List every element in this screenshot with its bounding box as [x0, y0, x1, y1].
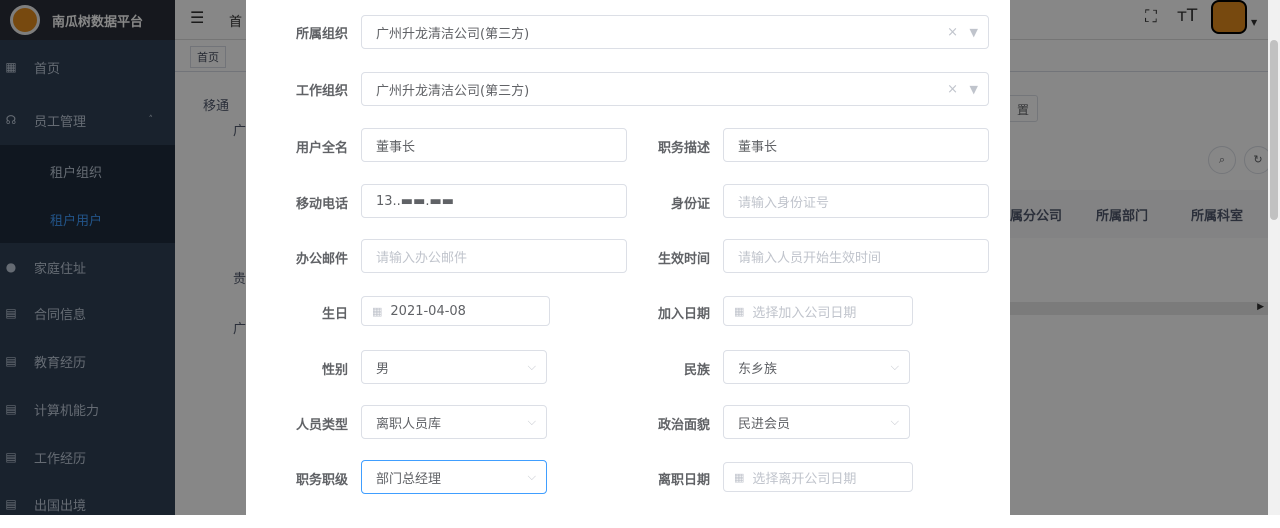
- chevron-down-icon: ⌵: [527, 360, 536, 373]
- value: 民进会员: [738, 416, 791, 432]
- leave-date-label: 离职日期: [657, 473, 710, 488]
- job-desc-label: 职务描述: [657, 141, 710, 156]
- work-org-label: 工作组织: [295, 84, 348, 99]
- value: 广州升龙清洁公司(第三方): [376, 83, 530, 99]
- value: 2021-04-08: [390, 303, 466, 319]
- ethnicity-select[interactable]: 东乡族 ⌵: [723, 350, 910, 384]
- caret-down-icon: ▼: [969, 82, 978, 96]
- placeholder: 请输入办公邮件: [376, 250, 468, 266]
- value: 广州升龙清洁公司(第三方): [376, 26, 530, 42]
- email-input[interactable]: 请输入办公邮件: [361, 239, 627, 273]
- placeholder: 请输入人员开始生效时间: [738, 250, 882, 266]
- org-label: 所属组织: [295, 27, 348, 42]
- value: 离职人员库: [376, 416, 442, 432]
- email-label: 办公邮件: [295, 252, 348, 267]
- calendar-icon: ▦: [734, 304, 745, 318]
- birthday-picker[interactable]: ▦ 2021-04-08: [361, 296, 550, 326]
- value: 部门总经理: [376, 471, 442, 487]
- chevron-down-icon: ⌵: [890, 415, 899, 428]
- birthday-label: 生日: [321, 307, 348, 322]
- join-date-label: 加入日期: [657, 307, 710, 322]
- full-name-input[interactable]: 董事长: [361, 128, 627, 162]
- rank-label: 职务职级: [295, 473, 348, 488]
- job-desc-input[interactable]: 董事长: [723, 128, 989, 162]
- ethnicity-label: 民族: [683, 363, 710, 378]
- placeholder: 选择加入公司日期: [752, 305, 857, 321]
- id-card-label: 身份证: [670, 197, 710, 212]
- placeholder: 请输入身份证号: [738, 195, 830, 211]
- org-select[interactable]: 广州升龙清洁公司(第三方) × ▼: [361, 15, 989, 49]
- rank-select[interactable]: 部门总经理 ⌵: [361, 460, 547, 494]
- mobile-label: 移动电话: [295, 197, 348, 212]
- clear-icon[interactable]: ×: [947, 82, 958, 97]
- political-select[interactable]: 民进会员 ⌵: [723, 405, 910, 439]
- placeholder: 选择离开公司日期: [752, 471, 857, 487]
- value: 董事长: [376, 139, 416, 155]
- chevron-down-icon: ⌵: [527, 415, 536, 428]
- person-type-label: 人员类型: [295, 418, 348, 433]
- id-card-input[interactable]: 请输入身份证号: [723, 184, 989, 218]
- work-org-select[interactable]: 广州升龙清洁公司(第三方) × ▼: [361, 72, 989, 106]
- effective-input[interactable]: 请输入人员开始生效时间: [723, 239, 989, 273]
- edit-user-dialog: 所属组织 广州升龙清洁公司(第三方) × ▼ 工作组织 广州升龙清洁公司(第三方) ×…: [246, 0, 1010, 515]
- value: 13..▬▬.▬▬: [376, 193, 455, 209]
- gender-label: 性别: [321, 363, 348, 378]
- chevron-down-icon: ⌵: [527, 470, 536, 483]
- calendar-icon: ▦: [734, 470, 745, 484]
- mobile-input[interactable]: 13..▬▬.▬▬: [361, 184, 627, 218]
- gender-select[interactable]: 男 ⌵: [361, 350, 547, 384]
- clear-icon[interactable]: ×: [947, 25, 958, 40]
- value: 东乡族: [738, 361, 778, 377]
- person-type-select[interactable]: 离职人员库 ⌵: [361, 405, 547, 439]
- caret-down-icon: ▼: [969, 25, 978, 39]
- value: 董事长: [738, 139, 778, 155]
- value: 男: [376, 361, 390, 377]
- calendar-icon: ▦: [372, 304, 383, 318]
- political-label: 政治面貌: [657, 418, 710, 433]
- chevron-down-icon: ⌵: [890, 360, 899, 373]
- page-scrollbar[interactable]: [1268, 0, 1280, 515]
- full-name-label: 用户全名: [295, 141, 348, 156]
- join-date-picker[interactable]: ▦ 选择加入公司日期: [723, 296, 913, 326]
- effective-label: 生效时间: [657, 252, 710, 267]
- leave-date-picker[interactable]: ▦ 选择离开公司日期: [723, 462, 913, 492]
